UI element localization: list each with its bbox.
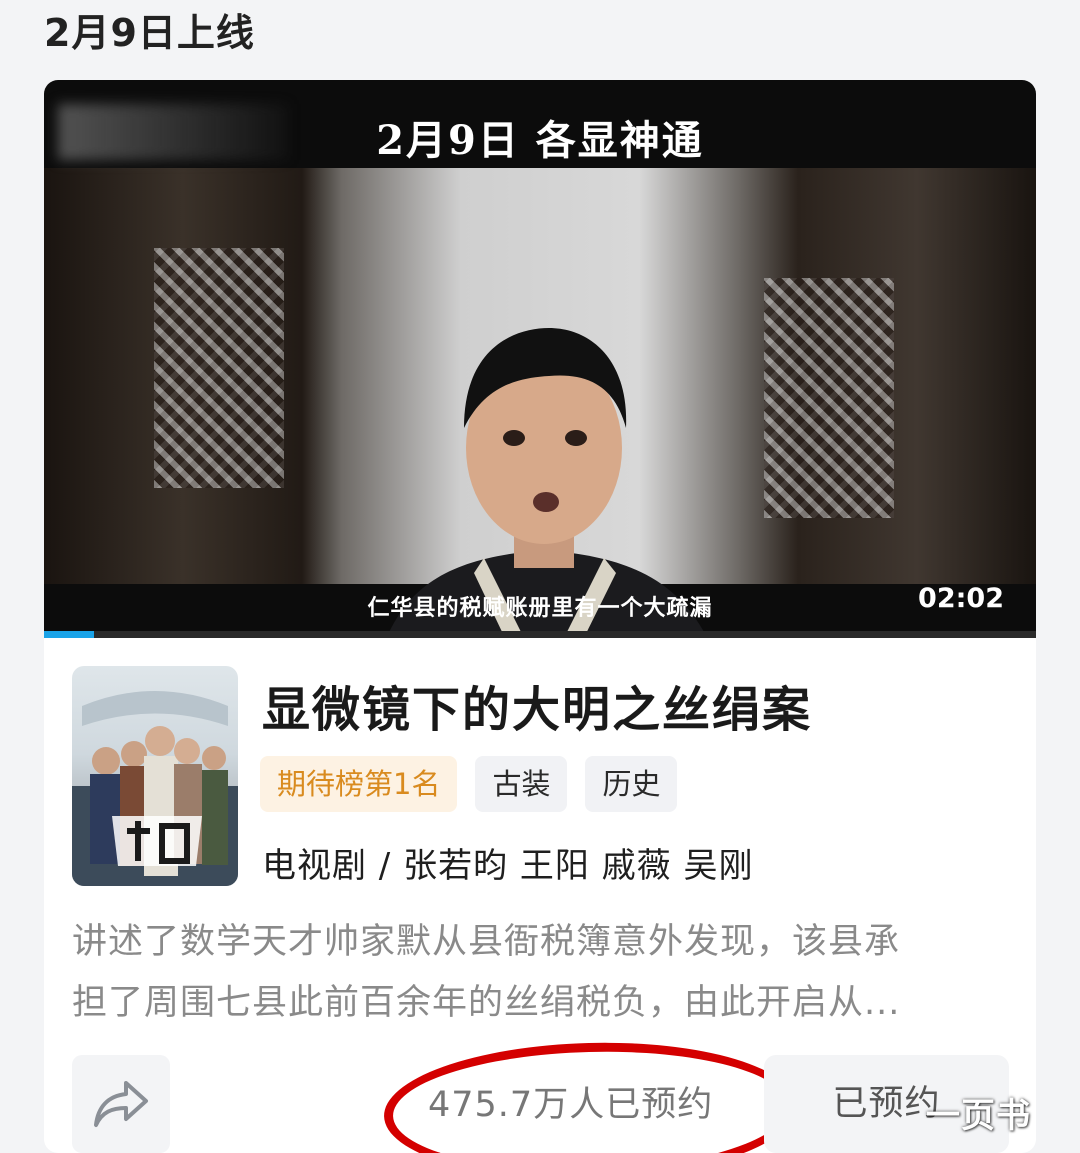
- tag-genre-history[interactable]: 历史: [585, 756, 678, 812]
- video-duration: 02:02: [918, 583, 1004, 614]
- share-button[interactable]: [72, 1055, 170, 1153]
- tag-ranking[interactable]: 期待榜第1名: [260, 756, 458, 812]
- lattice-window-right: [764, 278, 894, 518]
- release-date-title: 2月9日上线: [44, 11, 255, 55]
- video-subtitle: 仁华县的税赋账册里有一个大疏漏: [367, 596, 713, 621]
- lattice-window-left: [154, 248, 284, 488]
- annotation-circle: [382, 1037, 799, 1153]
- video-headline: 2月9日 各显神通: [376, 117, 704, 164]
- watermark: 一页书: [926, 1096, 1031, 1136]
- show-card: 2月9日 各显神通 仁华县的税赋账册里有一个大疏漏 02:02 显微镜下的大明之…: [44, 80, 1036, 1153]
- video-progress-bar[interactable]: [44, 631, 1036, 638]
- show-description[interactable]: 讲述了数学天才帅家默从县衙税簿意外发现，该县承 担了周围七县此前百余年的丝绢税负…: [72, 912, 1012, 1034]
- video-frame: [44, 168, 1036, 638]
- share-arrow-icon: [94, 1081, 148, 1127]
- description-line: 讲述了数学天才帅家默从县衙税簿意外发现，该县承: [72, 922, 901, 962]
- poster-artwork: [72, 691, 238, 886]
- actor-figure: [386, 328, 708, 638]
- show-title[interactable]: 显微镜下的大明之丝绢案: [262, 670, 812, 740]
- show-tags: 期待榜第1名 古装 历史: [260, 756, 678, 812]
- show-meta: 电视剧 / 张若昀 王阳 戚薇 吴刚: [262, 846, 754, 886]
- tag-genre-costume[interactable]: 古装: [475, 756, 568, 812]
- video-player[interactable]: 2月9日 各显神通 仁华县的税赋账册里有一个大疏漏 02:02: [44, 80, 1036, 638]
- description-line: 担了周围七县此前百余年的丝绢税负，由此开启从...: [72, 983, 901, 1023]
- video-progress-fill: [44, 631, 94, 638]
- show-poster[interactable]: [72, 666, 238, 886]
